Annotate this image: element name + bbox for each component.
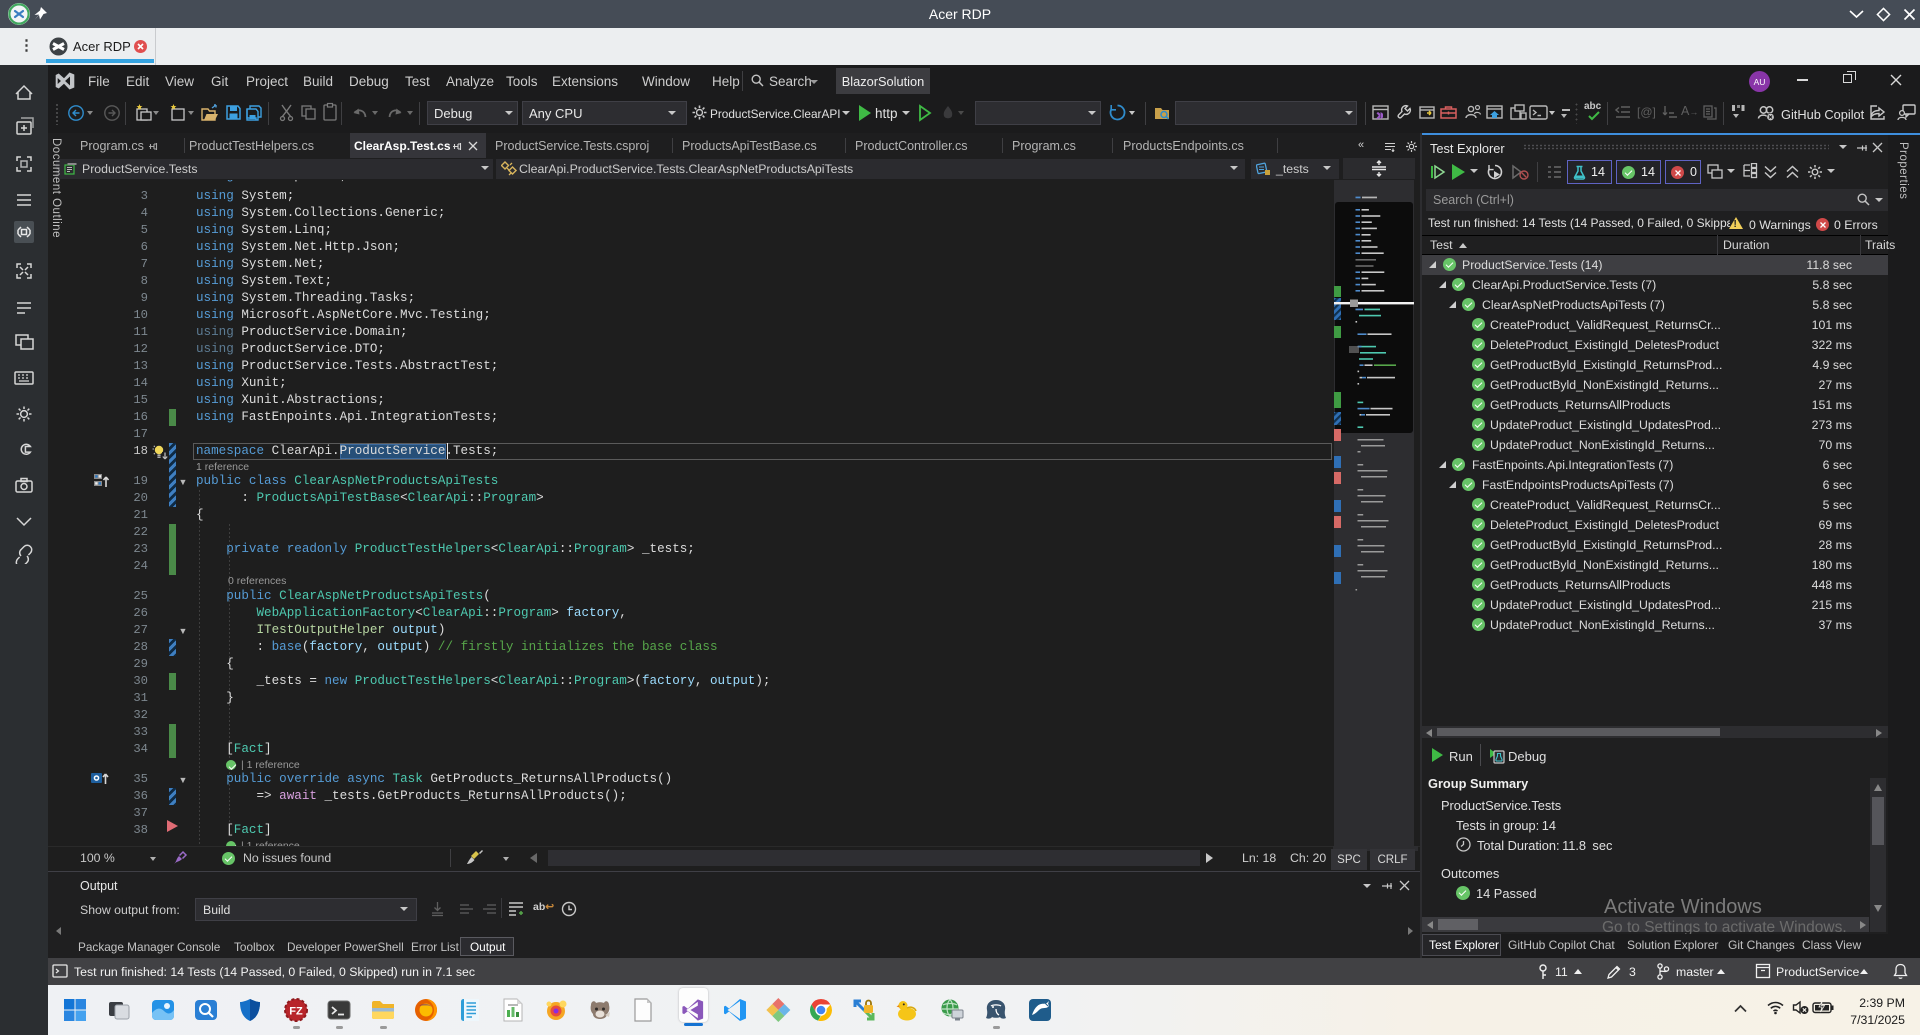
svg-text:FZ: FZ: [289, 1006, 303, 1018]
